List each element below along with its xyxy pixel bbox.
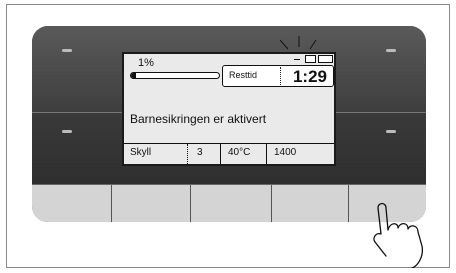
cell-divider (187, 144, 188, 164)
spin-speed-value: 1400 (274, 147, 297, 158)
soft-key-3[interactable] (191, 185, 272, 222)
hand-press-icon (373, 202, 424, 268)
soft-key-row (32, 184, 426, 222)
progress-bar (130, 72, 220, 79)
status-message: Barnesikringen er aktivert (130, 112, 267, 126)
time-divider (280, 67, 281, 85)
left-lower-key[interactable] (62, 130, 72, 133)
remaining-time-value: 1:29 (292, 67, 327, 86)
dash-icon (294, 59, 300, 60)
temperature-value: 40°C (228, 147, 251, 158)
left-upper-key[interactable] (62, 49, 72, 52)
remaining-time-box: Resttid 1:29 (222, 65, 334, 87)
soft-key-1[interactable] (32, 185, 112, 222)
status-icons (294, 54, 334, 65)
right-lower-key[interactable] (386, 130, 396, 133)
indicator-glow-icon (279, 36, 317, 50)
program-name: Skyll (130, 147, 152, 158)
remaining-time-label: Resttid (229, 70, 258, 80)
cell-divider (266, 144, 267, 164)
right-upper-key[interactable] (386, 49, 396, 52)
soft-key-4[interactable] (272, 185, 349, 222)
key-icon (318, 55, 333, 63)
soft-key-2[interactable] (112, 185, 191, 222)
progress-label: 1% (138, 57, 154, 69)
lock-icon (305, 55, 316, 63)
progress-fill (131, 73, 137, 78)
rinse-count: 3 (197, 147, 203, 158)
cell-divider (220, 144, 221, 164)
lcd-display: 1% Resttid 1:29 Barnesikringen er aktive… (122, 36, 336, 166)
program-status-row: Skyll 3 40°C 1400 (124, 143, 334, 164)
